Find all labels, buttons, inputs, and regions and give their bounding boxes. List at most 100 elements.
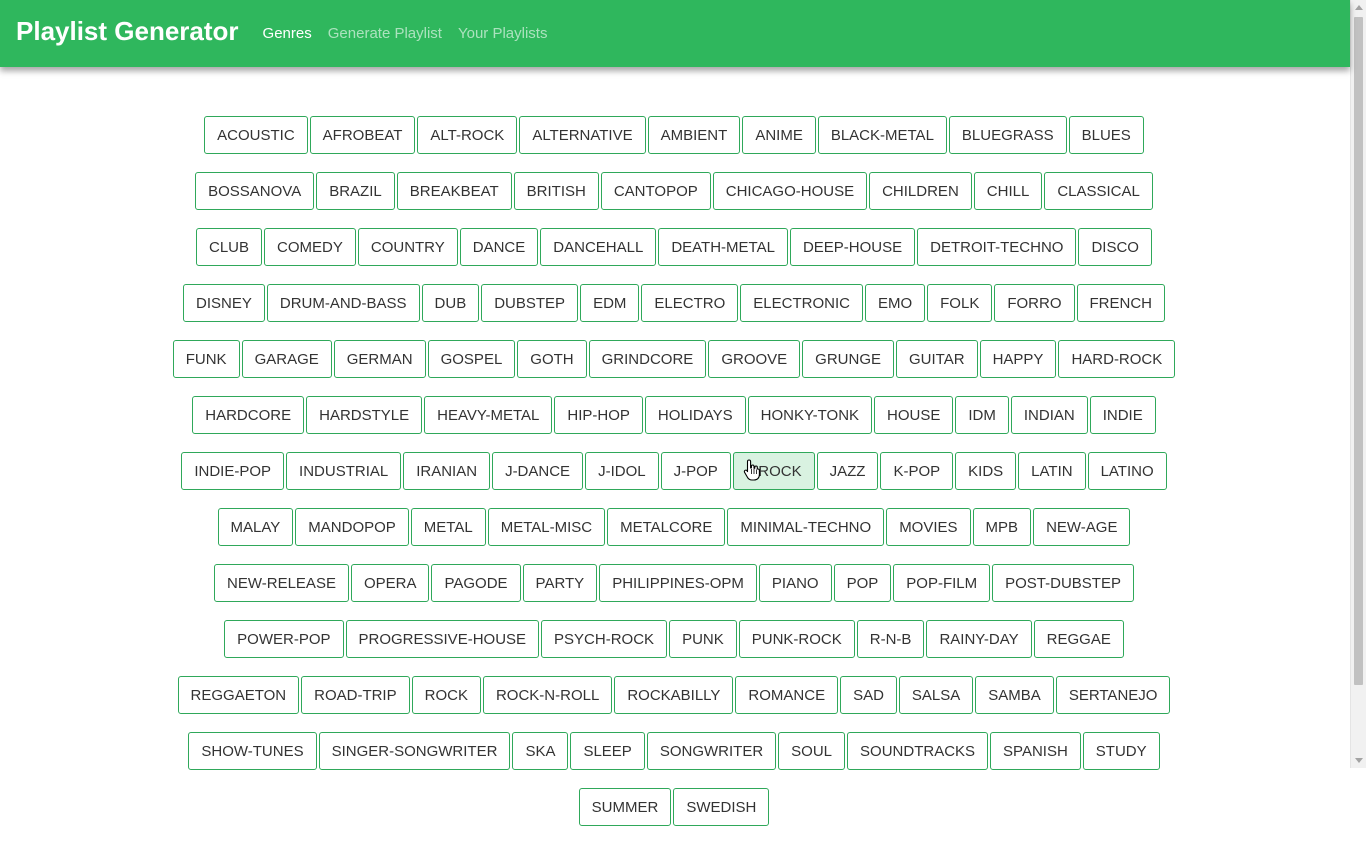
- genre-button-latin[interactable]: LATIN: [1018, 452, 1086, 490]
- genre-button-jazz[interactable]: JAZZ: [816, 452, 879, 490]
- genre-button-latino[interactable]: LATINO: [1087, 452, 1167, 490]
- genre-button-romance[interactable]: ROMANCE: [735, 676, 839, 714]
- genre-button-psych-rock[interactable]: PSYCH-ROCK: [541, 620, 668, 658]
- genre-button-j-pop[interactable]: J-POP: [660, 452, 731, 490]
- genre-button-iranian[interactable]: IRANIAN: [403, 452, 491, 490]
- genre-button-alternative[interactable]: ALTERNATIVE: [519, 116, 646, 154]
- genre-button-house[interactable]: HOUSE: [874, 396, 954, 434]
- scroll-up-arrow-icon[interactable]: [1355, 5, 1363, 10]
- nav-generate-playlist[interactable]: Generate Playlist: [328, 25, 442, 42]
- genre-button-folk[interactable]: FOLK: [927, 284, 993, 322]
- genre-button-forro[interactable]: FORRO: [994, 284, 1075, 322]
- genre-button-electro[interactable]: ELECTRO: [641, 284, 739, 322]
- genre-button-hardcore[interactable]: HARDCORE: [192, 396, 305, 434]
- genre-button-groove[interactable]: GROOVE: [708, 340, 801, 378]
- genre-button-study[interactable]: STUDY: [1082, 732, 1160, 770]
- genre-button-chill[interactable]: CHILL: [973, 172, 1043, 210]
- genre-button-country[interactable]: COUNTRY: [357, 228, 458, 266]
- genre-button-alt-rock[interactable]: ALT-ROCK: [417, 116, 518, 154]
- genre-button-pop[interactable]: POP: [833, 564, 892, 602]
- genre-button-j-rock[interactable]: J-ROCK: [732, 452, 815, 490]
- genre-button-rainy-day[interactable]: RAINY-DAY: [926, 620, 1032, 658]
- genre-button-soul[interactable]: SOUL: [778, 732, 846, 770]
- genre-button-dubstep[interactable]: DUBSTEP: [481, 284, 579, 322]
- genre-button-sleep[interactable]: SLEEP: [570, 732, 645, 770]
- genre-button-summer[interactable]: SUMMER: [578, 788, 672, 826]
- genre-button-pop-film[interactable]: POP-FILM: [893, 564, 991, 602]
- genre-button-show-tunes[interactable]: SHOW-TUNES: [188, 732, 317, 770]
- genre-button-rockabilly[interactable]: ROCKABILLY: [614, 676, 734, 714]
- genre-button-soundtracks[interactable]: SOUNDTRACKS: [847, 732, 989, 770]
- genre-button-classical[interactable]: CLASSICAL: [1044, 172, 1153, 210]
- genre-button-death-metal[interactable]: DEATH-METAL: [658, 228, 788, 266]
- genre-button-salsa[interactable]: SALSA: [898, 676, 974, 714]
- app-title[interactable]: Playlist Generator: [16, 16, 239, 47]
- genre-button-grindcore[interactable]: GRINDCORE: [588, 340, 707, 378]
- vertical-scrollbar[interactable]: [1350, 0, 1366, 768]
- genre-button-heavy-metal[interactable]: HEAVY-METAL: [424, 396, 553, 434]
- genre-button-sertanejo[interactable]: SERTANEJO: [1055, 676, 1171, 714]
- genre-button-comedy[interactable]: COMEDY: [264, 228, 356, 266]
- genre-button-children[interactable]: CHILDREN: [869, 172, 972, 210]
- genre-button-j-dance[interactable]: J-DANCE: [492, 452, 584, 490]
- genre-button-brazil[interactable]: BRAZIL: [316, 172, 395, 210]
- genre-button-funk[interactable]: FUNK: [172, 340, 240, 378]
- genre-button-movies[interactable]: MOVIES: [886, 508, 971, 546]
- genre-button-rock[interactable]: ROCK: [411, 676, 481, 714]
- genre-button-j-idol[interactable]: J-IDOL: [585, 452, 659, 490]
- genre-button-indie-pop[interactable]: INDIE-POP: [181, 452, 285, 490]
- genre-button-acoustic[interactable]: ACOUSTIC: [204, 116, 308, 154]
- genre-button-club[interactable]: CLUB: [196, 228, 263, 266]
- genre-button-piano[interactable]: PIANO: [758, 564, 832, 602]
- genre-button-afrobeat[interactable]: AFROBEAT: [309, 116, 416, 154]
- genre-button-deep-house[interactable]: DEEP-HOUSE: [789, 228, 916, 266]
- genre-button-mpb[interactable]: MPB: [972, 508, 1032, 546]
- genre-button-mandopop[interactable]: MANDOPOP: [295, 508, 409, 546]
- genre-button-new-age[interactable]: NEW-AGE: [1033, 508, 1131, 546]
- genre-button-detroit-techno[interactable]: DETROIT-TECHNO: [917, 228, 1077, 266]
- genre-button-r-n-b[interactable]: R-N-B: [856, 620, 925, 658]
- genre-button-metalcore[interactable]: METALCORE: [607, 508, 726, 546]
- genre-button-idm[interactable]: IDM: [955, 396, 1009, 434]
- genre-button-reggaeton[interactable]: REGGAETON: [177, 676, 300, 714]
- genre-button-goth[interactable]: GOTH: [517, 340, 587, 378]
- genre-button-metal[interactable]: METAL: [410, 508, 486, 546]
- genre-button-road-trip[interactable]: ROAD-TRIP: [301, 676, 410, 714]
- genre-button-british[interactable]: BRITISH: [513, 172, 599, 210]
- genre-button-malay[interactable]: MALAY: [217, 508, 294, 546]
- genre-button-grunge[interactable]: GRUNGE: [802, 340, 895, 378]
- genre-button-spanish[interactable]: SPANISH: [990, 732, 1081, 770]
- genre-button-anime[interactable]: ANIME: [742, 116, 816, 154]
- genre-button-ambient[interactable]: AMBIENT: [647, 116, 741, 154]
- genre-button-honky-tonk[interactable]: HONKY-TONK: [747, 396, 873, 434]
- genre-button-power-pop[interactable]: POWER-POP: [224, 620, 344, 658]
- genre-button-emo[interactable]: EMO: [864, 284, 926, 322]
- scroll-down-arrow-icon[interactable]: [1355, 758, 1363, 763]
- genre-button-reggae[interactable]: REGGAE: [1033, 620, 1124, 658]
- genre-button-dance[interactable]: DANCE: [459, 228, 539, 266]
- genre-button-edm[interactable]: EDM: [580, 284, 640, 322]
- genre-button-progressive-house[interactable]: PROGRESSIVE-HOUSE: [345, 620, 540, 658]
- genre-button-french[interactable]: FRENCH: [1076, 284, 1165, 322]
- genre-button-dub[interactable]: DUB: [421, 284, 480, 322]
- genre-button-electronic[interactable]: ELECTRONIC: [740, 284, 863, 322]
- genre-button-holidays[interactable]: HOLIDAYS: [644, 396, 746, 434]
- genre-button-opera[interactable]: OPERA: [350, 564, 430, 602]
- genre-button-happy[interactable]: HAPPY: [979, 340, 1057, 378]
- genre-button-indian[interactable]: INDIAN: [1010, 396, 1088, 434]
- genre-button-industrial[interactable]: INDUSTRIAL: [286, 452, 402, 490]
- genre-button-bluegrass[interactable]: BLUEGRASS: [948, 116, 1067, 154]
- genre-button-guitar[interactable]: GUITAR: [896, 340, 978, 378]
- genre-button-punk-rock[interactable]: PUNK-ROCK: [738, 620, 855, 658]
- genre-button-german[interactable]: GERMAN: [333, 340, 426, 378]
- nav-genres[interactable]: Genres: [263, 25, 312, 42]
- genre-button-gospel[interactable]: GOSPEL: [427, 340, 516, 378]
- genre-button-swedish[interactable]: SWEDISH: [673, 788, 770, 826]
- genre-button-hip-hop[interactable]: HIP-HOP: [554, 396, 643, 434]
- genre-button-blues[interactable]: BLUES: [1068, 116, 1144, 154]
- genre-button-kids[interactable]: KIDS: [955, 452, 1017, 490]
- genre-button-ska[interactable]: SKA: [512, 732, 569, 770]
- genre-button-party[interactable]: PARTY: [522, 564, 598, 602]
- genre-button-indie[interactable]: INDIE: [1089, 396, 1156, 434]
- genre-button-chicago-house[interactable]: CHICAGO-HOUSE: [712, 172, 868, 210]
